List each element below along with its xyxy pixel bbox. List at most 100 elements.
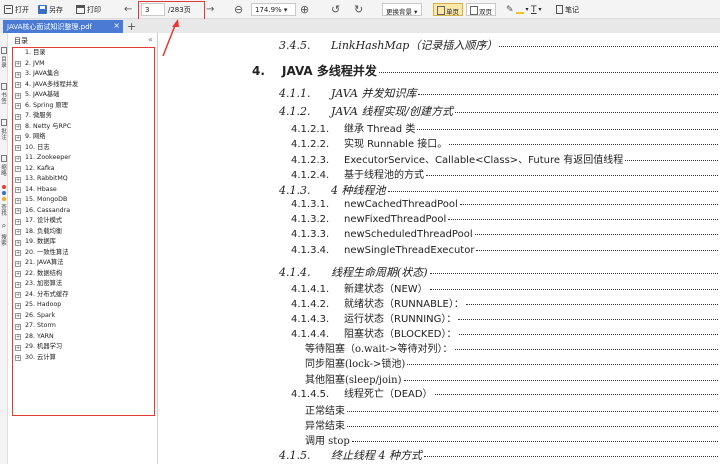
search-icon[interactable]: ⌕ bbox=[0, 222, 8, 230]
expand-icon[interactable]: + bbox=[15, 61, 21, 67]
toc-entry[interactable]: 4.1.3.4. newSingleThreadExecutor bbox=[291, 245, 720, 261]
outline-item[interactable]: 1. 目录 bbox=[13, 48, 154, 59]
document-tab[interactable]: JAVA核心面试知识整理.pdf × bbox=[3, 20, 123, 33]
zoom-select[interactable]: 174.9% ▾ bbox=[251, 3, 296, 16]
rail-label-search[interactable]: 搜索 bbox=[0, 235, 8, 247]
close-icon[interactable]: × bbox=[113, 21, 120, 30]
toc-entry[interactable]: 正常结束 bbox=[305, 402, 720, 418]
background-select[interactable]: 更换背景 ▾ bbox=[382, 3, 422, 16]
outline-item[interactable]: +9. 网络 bbox=[13, 132, 154, 143]
outline-item[interactable]: +29. 机器学习 bbox=[13, 342, 154, 353]
toc-entry[interactable]: 4.1.4.4. 阻塞状态（BLOCKED）： bbox=[291, 325, 720, 341]
outline-item[interactable]: +25. Hadoop bbox=[13, 300, 154, 311]
expand-icon[interactable]: + bbox=[15, 113, 21, 120]
expand-icon[interactable]: + bbox=[15, 71, 21, 78]
expand-icon[interactable]: + bbox=[15, 103, 21, 109]
expand-icon[interactable]: + bbox=[15, 197, 21, 204]
save-as-button[interactable]: 另存 bbox=[38, 0, 63, 19]
outline-item[interactable]: +24. 分布式缓存 bbox=[13, 290, 154, 301]
toc-entry[interactable]: 等待阻塞（o.wait->等待对列）： bbox=[305, 340, 720, 356]
expand-icon[interactable]: + bbox=[15, 145, 21, 151]
zoom-out-button[interactable]: ⊖ bbox=[234, 0, 243, 19]
rail-label-annotation[interactable]: 批注 bbox=[0, 129, 8, 141]
toc-entry[interactable]: 异常结束 bbox=[305, 417, 720, 433]
toc-entry[interactable]: 4. JAVA 多线程并发 bbox=[252, 62, 720, 78]
expand-icon[interactable]: + bbox=[15, 187, 21, 193]
next-page-button[interactable]: → bbox=[206, 0, 214, 19]
toc-entry[interactable]: 4.1.4.5. 线程死亡（DEAD） bbox=[291, 385, 720, 401]
outline-item[interactable]: +15. MongoDB bbox=[13, 195, 154, 206]
expand-icon[interactable]: + bbox=[15, 344, 21, 351]
outline-item[interactable]: +22. 数据结构 bbox=[13, 269, 154, 280]
toc-entry[interactable]: 4.1.2.1. 继承 Thread 类 bbox=[291, 120, 720, 136]
toc-entry[interactable]: 4.1.5. 终止线程 4 种方式 bbox=[279, 447, 720, 463]
expand-icon[interactable]: + bbox=[15, 92, 21, 99]
outline-item[interactable]: +18. 负载均衡 bbox=[13, 227, 154, 238]
outline-item[interactable]: +13. RabbitMQ bbox=[13, 174, 154, 185]
expand-icon[interactable]: + bbox=[15, 302, 21, 309]
expand-icon[interactable]: + bbox=[15, 166, 21, 172]
outline-item[interactable]: +26. Spark bbox=[13, 311, 154, 322]
highlight-tool-button[interactable]: ✎ ▾ bbox=[506, 0, 529, 19]
toc-entry[interactable]: 4.1.2. JAVA 线程实现/创建方式 bbox=[279, 103, 720, 119]
expand-icon[interactable]: + bbox=[15, 134, 21, 141]
toc-entry[interactable]: 4.1.3. 4 种线程池 bbox=[279, 182, 720, 198]
expand-icon[interactable]: + bbox=[15, 176, 21, 183]
expand-icon[interactable]: + bbox=[15, 155, 21, 162]
document-view[interactable]: 3.4.5. LinkHashMap（记录插入顺序） 4. JAVA 多线程并发 4.1… bbox=[159, 33, 720, 464]
expand-icon[interactable]: + bbox=[15, 82, 21, 88]
outline-item[interactable]: +10. 日志 bbox=[13, 143, 154, 154]
open-button[interactable]: 打开 bbox=[4, 0, 29, 19]
toc-entry[interactable]: 同步阻塞(lock->锁池) bbox=[305, 355, 720, 371]
rotate-left-button[interactable]: ↺ bbox=[331, 0, 340, 19]
notes-button[interactable]: 笔记 bbox=[556, 0, 579, 19]
toc-entry[interactable]: 调用 stop bbox=[305, 432, 720, 448]
toc-entry[interactable]: 4.1.3.1. newCachedThreadPool bbox=[291, 199, 720, 215]
outline-item[interactable]: +27. Storm bbox=[13, 321, 154, 332]
toc-entry[interactable]: 4.1.4.2. 就绪状态（RUNNABLE）： bbox=[291, 295, 720, 311]
expand-icon[interactable]: + bbox=[15, 218, 21, 225]
expand-icon[interactable]: + bbox=[15, 313, 21, 319]
outline-item[interactable]: +5. JAVA基础 bbox=[13, 90, 154, 101]
new-tab-button[interactable]: + bbox=[127, 20, 136, 33]
outline-item[interactable]: +28. YARN bbox=[13, 332, 154, 343]
outline-item[interactable]: +2. JVM bbox=[13, 59, 154, 70]
expand-icon[interactable]: + bbox=[15, 260, 21, 267]
toc-entry[interactable]: 4.1.1. JAVA 并发知识库 bbox=[279, 85, 720, 101]
print-button[interactable]: 打印 bbox=[76, 0, 101, 19]
toc-entry[interactable]: 4.1.2.3. ExecutorService、Callable<Class>、… bbox=[291, 151, 720, 167]
expand-icon[interactable]: + bbox=[15, 124, 21, 130]
expand-icon[interactable]: + bbox=[15, 250, 21, 256]
outline-item[interactable]: +17. 设计模式 bbox=[13, 216, 154, 227]
outline-item[interactable]: +8. Netty 与RPC bbox=[13, 122, 154, 133]
text-tool-button[interactable]: T ▾ bbox=[531, 0, 542, 19]
outline-item[interactable]: +20. 一致性算法 bbox=[13, 248, 154, 259]
expand-icon[interactable]: + bbox=[15, 281, 21, 288]
zoom-in-button[interactable]: ⊕ bbox=[300, 0, 309, 19]
outline-item[interactable]: +30. 云计算 bbox=[13, 353, 154, 364]
expand-icon[interactable]: + bbox=[15, 355, 21, 361]
outline-item[interactable]: +16. Cassandra bbox=[13, 206, 154, 217]
annotation-rail-icon[interactable] bbox=[1, 119, 7, 126]
toc-entry[interactable]: 4.1.4.3. 运行状态（RUNNING）： bbox=[291, 310, 720, 326]
expand-icon[interactable]: + bbox=[15, 208, 21, 214]
toc-entry[interactable]: 4.1.3.3. newScheduledThreadPool bbox=[291, 229, 720, 245]
toc-entry[interactable]: 3.4.5. LinkHashMap（记录插入顺序） bbox=[279, 37, 720, 53]
rail-label-outline[interactable]: 目录 bbox=[0, 57, 8, 69]
outline-item[interactable]: +3. JAVA集合 bbox=[13, 69, 154, 80]
thumbnail-rail-icon[interactable] bbox=[1, 155, 7, 162]
outline-rail-icon[interactable] bbox=[1, 47, 7, 54]
rail-label-bookmark[interactable]: 书签 bbox=[0, 93, 8, 105]
rail-label-thumbnail[interactable]: 缩略 bbox=[0, 165, 8, 177]
rail-label-find[interactable]: 查找 bbox=[0, 205, 8, 217]
outline-item[interactable]: +6. Spring 原理 bbox=[13, 101, 154, 112]
collapse-icon[interactable]: « bbox=[148, 35, 153, 44]
outline-item[interactable]: +14. Hbase bbox=[13, 185, 154, 196]
outline-item[interactable]: +19. 数据库 bbox=[13, 237, 154, 248]
outline-item[interactable]: +11. Zookeeper bbox=[13, 153, 154, 164]
expand-icon[interactable]: + bbox=[15, 271, 21, 277]
toc-entry[interactable]: 4.1.2.4. 基于线程池的方式 bbox=[291, 166, 720, 182]
outline-item[interactable]: +7. 微服务 bbox=[13, 111, 154, 122]
bookmark-rail-icon[interactable] bbox=[1, 83, 7, 90]
expand-icon[interactable]: + bbox=[15, 323, 21, 330]
